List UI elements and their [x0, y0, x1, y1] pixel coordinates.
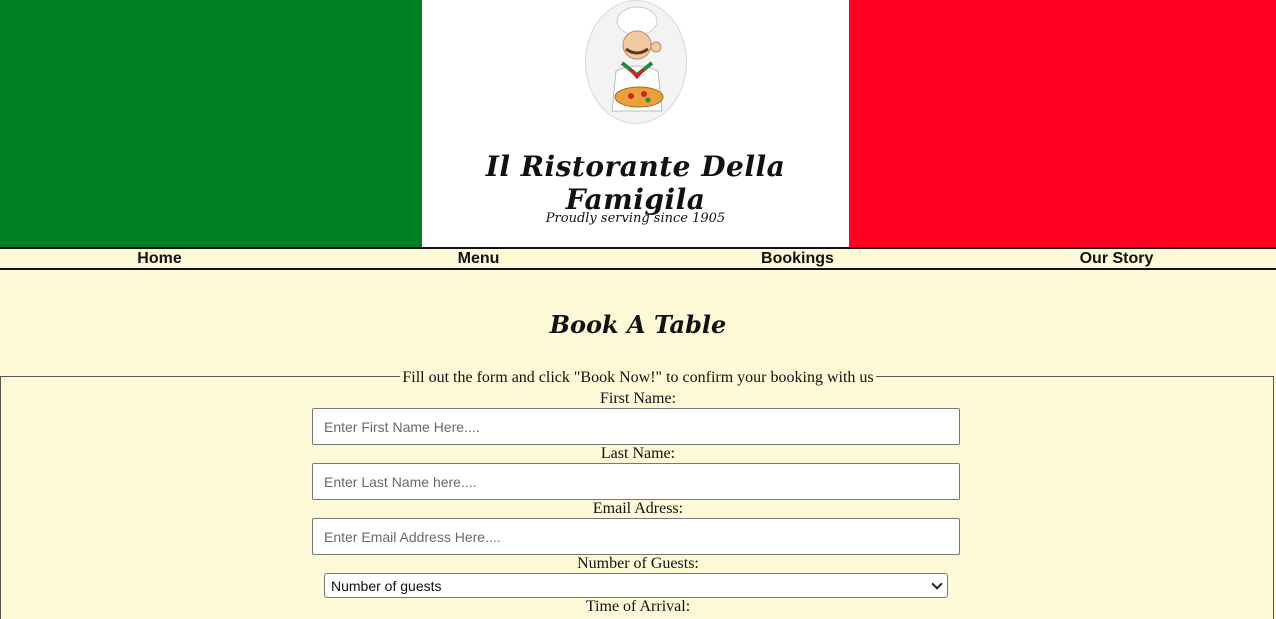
nav-home[interactable]: Home [0, 249, 319, 268]
form-legend: Fill out the form and click "Book Now!" … [0, 367, 1276, 387]
chef-logo [585, 0, 687, 124]
nav-menu[interactable]: Menu [319, 249, 638, 268]
site-tagline: Proudly serving since 1905 [545, 211, 726, 226]
site-title: Il Ristorante Della Famigila [485, 150, 786, 216]
arrival-label: Time of Arrival: [585, 598, 691, 615]
chevron-down-icon [931, 577, 943, 590]
email-input[interactable] [312, 518, 960, 555]
header-flag: Il Ristorante Della Famigila Proudly ser… [0, 0, 1276, 247]
last-name-input[interactable] [312, 463, 960, 500]
last-name-label: Last Name: [600, 445, 676, 462]
flag-red-band [849, 0, 1276, 247]
first-name-label: First Name: [600, 390, 676, 407]
nav-bookings[interactable]: Bookings [638, 249, 957, 268]
main-nav: Home Menu Bookings Our Story [0, 247, 1276, 270]
page-title: Book A Table [549, 310, 727, 339]
guests-select-value: Number of guests [331, 577, 442, 594]
first-name-input[interactable] [312, 408, 960, 445]
email-label: Email Adress: [592, 500, 684, 517]
guests-select[interactable]: Number of guests [324, 573, 948, 598]
flag-green-band [0, 0, 422, 247]
nav-our-story[interactable]: Our Story [957, 249, 1276, 268]
chef-icon [611, 6, 664, 112]
guests-label: Number of Guests: [577, 555, 699, 572]
flag-white-band: Il Ristorante Della Famigila Proudly ser… [422, 0, 849, 247]
form-legend-text: Fill out the form and click "Book Now!" … [400, 369, 876, 386]
